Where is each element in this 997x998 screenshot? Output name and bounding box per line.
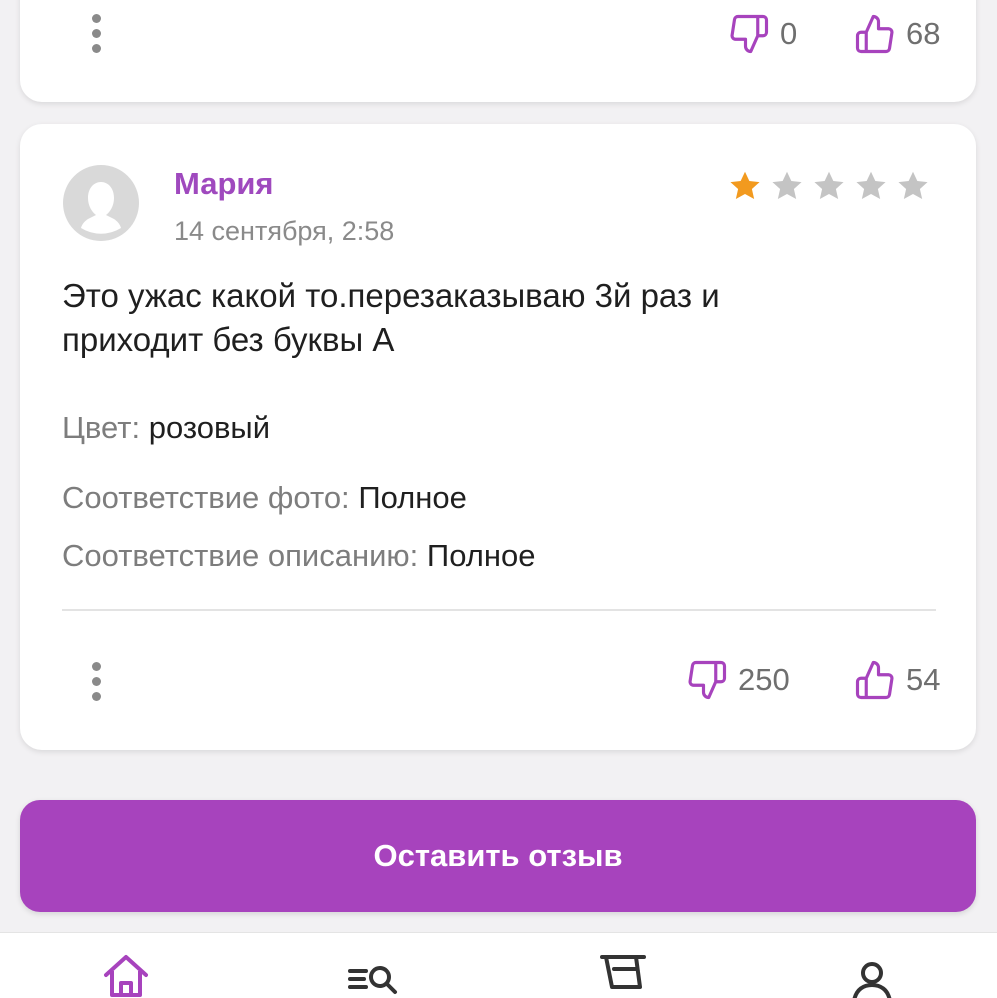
bottom-tab-bar bbox=[0, 932, 997, 998]
star-empty-icon bbox=[814, 171, 844, 200]
review-text-line: приходит без буквы А bbox=[62, 321, 395, 358]
dot bbox=[91, 661, 101, 671]
tab-cart[interactable] bbox=[594, 951, 654, 998]
dot bbox=[91, 43, 101, 53]
thumbs-down-icon bbox=[688, 660, 727, 700]
leave-review-label: Оставить отзыв bbox=[373, 838, 623, 873]
attribute-label: Соответствие описанию: bbox=[62, 538, 419, 573]
tab-home[interactable] bbox=[96, 951, 156, 998]
like-button[interactable]: 68 bbox=[854, 12, 940, 56]
home-icon bbox=[104, 955, 148, 997]
dot bbox=[91, 28, 101, 38]
like-count: 54 bbox=[906, 662, 941, 697]
more-options-button[interactable] bbox=[84, 656, 108, 706]
star-empty-icon bbox=[856, 171, 886, 200]
review-date: 14 сентября, 2:58 bbox=[174, 216, 395, 246]
attribute-description-match: Соответствие описанию: Полное bbox=[62, 538, 535, 574]
leave-review-button[interactable]: Оставить отзыв bbox=[20, 800, 976, 912]
like-count: 68 bbox=[906, 16, 941, 51]
attribute-photo-match: Соответствие фото: Полное bbox=[62, 480, 467, 516]
dislike-count: 0 bbox=[780, 16, 798, 51]
thumbs-down-icon bbox=[730, 14, 769, 54]
star-empty-icon bbox=[772, 171, 802, 200]
star-filled-icon bbox=[730, 171, 760, 200]
tab-catalog[interactable] bbox=[344, 951, 404, 998]
dislike-button[interactable]: 250 bbox=[686, 658, 790, 702]
thumbs-up-icon bbox=[855, 14, 894, 54]
thumbs-up-icon bbox=[855, 660, 894, 700]
review-card: Мария 14 сентября, 2:58 Это ужас какой т… bbox=[20, 124, 976, 750]
tab-profile[interactable] bbox=[842, 951, 902, 998]
more-options-button[interactable] bbox=[84, 8, 108, 58]
dot bbox=[91, 691, 101, 701]
rating-stars bbox=[726, 168, 932, 204]
dislike-button[interactable]: 0 bbox=[728, 12, 797, 56]
review-text: Это ужас какой то.перезаказываю 3й раз и… bbox=[62, 274, 922, 362]
dot bbox=[91, 13, 101, 23]
attribute-value: Полное bbox=[358, 480, 467, 515]
attribute-label: Соответствие фото: bbox=[62, 480, 350, 515]
attribute-label: Цвет: bbox=[62, 410, 141, 445]
dot bbox=[91, 676, 101, 686]
review-text-line: Это ужас какой то.перезаказываю 3й раз и bbox=[62, 277, 720, 314]
dislike-count: 250 bbox=[738, 662, 790, 697]
attribute-color: Цвет: розовый bbox=[62, 410, 270, 446]
avatar bbox=[63, 165, 139, 241]
divider bbox=[62, 609, 936, 611]
star-empty-icon bbox=[898, 171, 928, 200]
review-author: Мария bbox=[174, 166, 274, 201]
attribute-value: розовый bbox=[148, 410, 271, 445]
previous-review-card: 0 68 bbox=[20, 0, 976, 102]
cart-icon bbox=[600, 955, 646, 989]
like-button[interactable]: 54 bbox=[854, 658, 940, 702]
catalog-search-icon bbox=[348, 966, 397, 994]
attribute-value: Полное bbox=[426, 538, 536, 573]
profile-icon bbox=[852, 962, 892, 998]
